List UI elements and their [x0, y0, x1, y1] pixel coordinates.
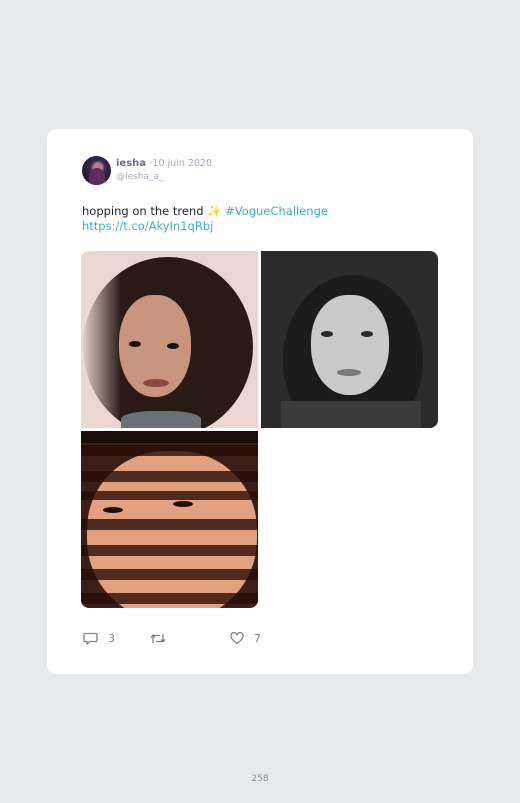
sparkle-emoji: ✨: [207, 204, 222, 218]
tweet-date[interactable]: 10 juin 2020: [152, 158, 212, 169]
user-handle[interactable]: @iesha_a_: [116, 172, 163, 182]
user-line: iesha ·10 juin 2020: [116, 158, 212, 169]
photo-portrait-bw[interactable]: [261, 251, 438, 428]
media-grid: [81, 251, 438, 608]
retweet-button[interactable]: [150, 628, 176, 648]
tweet-text: hopping on the trend ✨ #VogueChallenge h…: [82, 204, 442, 234]
like-button[interactable]: 7: [230, 628, 261, 648]
tweet-url-link[interactable]: https://t.co/AkyIn1qRbj: [82, 219, 442, 234]
like-count: 7: [254, 631, 261, 645]
hashtag-link[interactable]: #VogueChallenge: [225, 204, 328, 218]
reply-icon: [83, 631, 98, 645]
heart-icon: [230, 631, 244, 645]
tweet-body: hopping on the trend: [82, 204, 208, 218]
photo-portrait-stripes[interactable]: [81, 431, 258, 608]
tweet-actions: 3 7: [83, 628, 283, 648]
display-name[interactable]: iesha: [116, 158, 146, 169]
photo-portrait-color[interactable]: [81, 251, 258, 428]
retweet-icon: [150, 632, 166, 645]
reply-count: 3: [108, 631, 115, 645]
avatar[interactable]: [82, 156, 111, 185]
page-number: 258: [251, 774, 269, 784]
reply-button[interactable]: 3: [83, 628, 115, 648]
tweet-card: iesha ·10 juin 2020 @iesha_a_ hopping on…: [47, 129, 473, 674]
